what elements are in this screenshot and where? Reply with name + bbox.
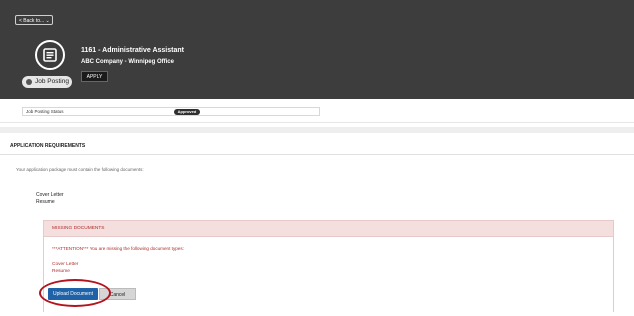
job-posting-badge-label: Job Posting [35,78,69,85]
divider [0,122,634,123]
required-document: Cover Letter [36,192,64,198]
missing-documents-title: MISSING DOCUMENTS [52,226,105,231]
missing-documents-header: MISSING DOCUMENTS [44,221,613,237]
section-title: APPLICATION REQUIREMENTS [10,143,86,149]
job-posting-status-row: Job Posting Status Approved [22,107,320,116]
back-to-dropdown[interactable]: < Back to... ⌄ [15,15,53,25]
job-header: < Back to... ⌄ Job Posting 1161 - Admini… [0,0,634,99]
status-dot-icon [26,79,32,85]
section-separator [0,127,634,133]
missing-document: Cover Letter [52,262,79,267]
apply-button[interactable]: APPLY [81,71,108,82]
job-posting-badge: Job Posting [22,76,72,88]
status-label: Job Posting Status [26,109,64,114]
required-document: Resume [36,199,55,205]
job-title: 1161 - Administrative Assistant [81,47,184,54]
highlight-annotation [39,279,111,307]
document-icon [35,40,65,70]
requirements-intro: Your application package must contain th… [16,167,144,172]
company-name: ABC Company - Winnipeg Office [81,59,174,65]
attention-message: ***ATTENTION*** You are missing the foll… [52,246,184,251]
status-badge: Approved [174,109,200,115]
divider [0,154,634,155]
missing-document: Resume [52,269,70,274]
